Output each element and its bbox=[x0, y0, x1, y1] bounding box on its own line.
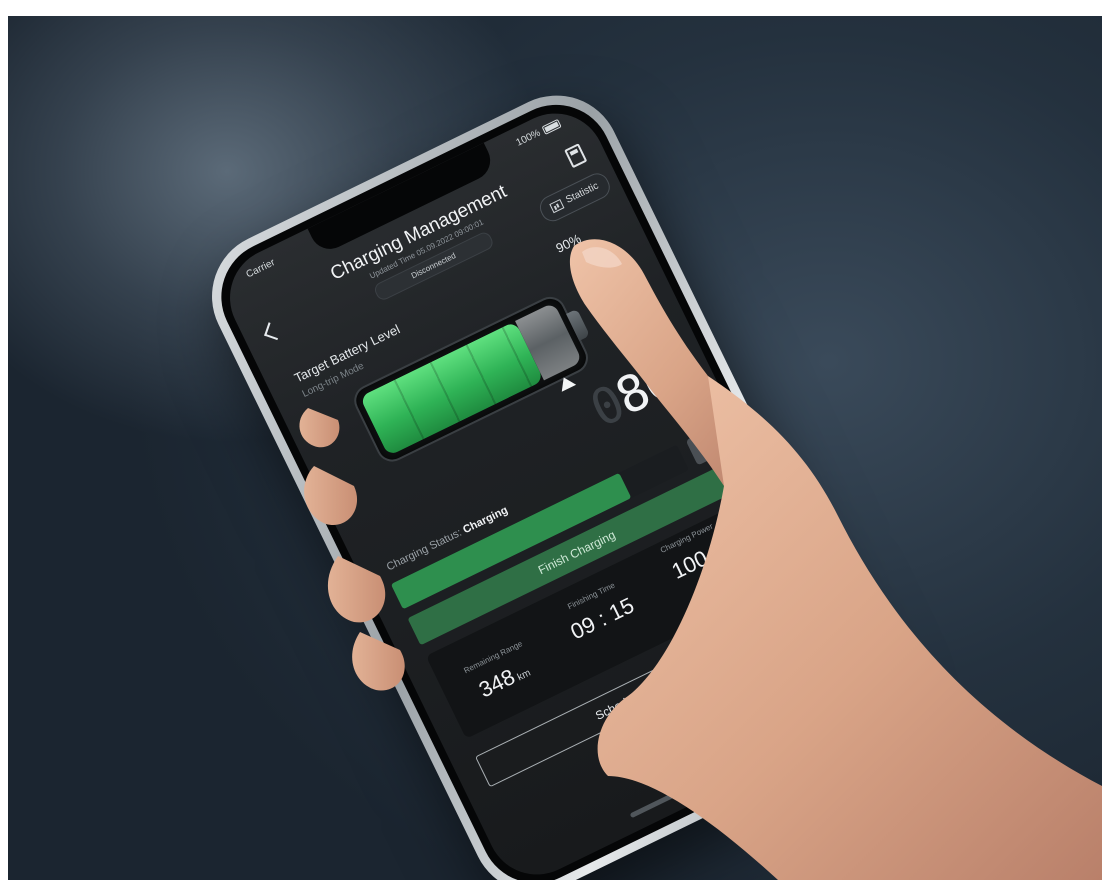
app-screen: Carrier 100% Charging Management Updated… bbox=[213, 96, 879, 880]
battery-icon bbox=[541, 118, 562, 135]
current-charge-display: 080% bbox=[582, 344, 695, 439]
target-battery-value: 90% bbox=[553, 230, 584, 256]
battery-percentage: 100% bbox=[514, 127, 543, 149]
remaining-range-unit: km bbox=[515, 667, 533, 684]
charging-power-value: 100 bbox=[667, 545, 712, 584]
home-indicator bbox=[629, 756, 749, 819]
phone-bezel: Carrier 100% Charging Management Updated… bbox=[202, 86, 890, 880]
phone: Carrier 100% Charging Management Updated… bbox=[190, 73, 902, 880]
charging-power-unit: kW bbox=[708, 548, 727, 565]
statistic-icon bbox=[549, 198, 565, 214]
lock-button[interactable] bbox=[685, 425, 729, 466]
remaining-range-value: 348 bbox=[474, 663, 519, 703]
scheduled-charging-label: Scheduled Charging bbox=[593, 662, 698, 723]
photo-background: Carrier 100% Charging Management Updated… bbox=[8, 16, 1102, 880]
battery-gauge[interactable] bbox=[348, 291, 594, 467]
finishing-time-stat: Finishing Time 09 : 15 bbox=[540, 568, 658, 655]
battery-status: 100% bbox=[515, 118, 563, 149]
remaining-range-stat: Remaining Range 348km bbox=[446, 631, 555, 713]
carrier-label: Carrier bbox=[244, 257, 277, 281]
lock-icon bbox=[702, 442, 715, 454]
